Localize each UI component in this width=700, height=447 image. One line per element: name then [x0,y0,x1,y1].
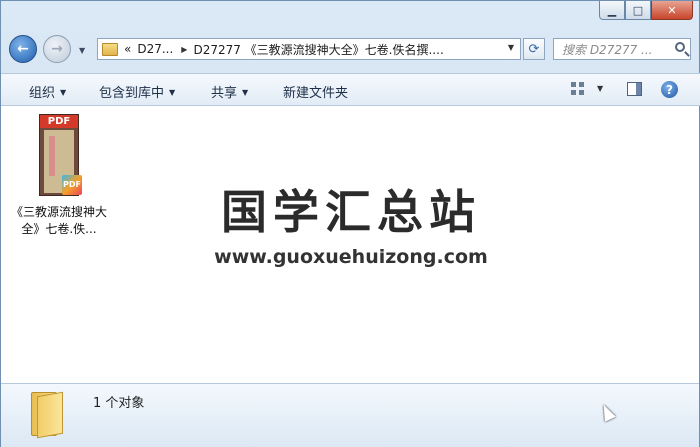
breadcrumb-segment-parent[interactable]: D27... [137,42,173,56]
folder-icon [102,42,118,56]
close-button[interactable]: ✕ [651,1,693,20]
help-icon[interactable]: ? [661,81,678,98]
search-box[interactable]: 搜索 D27277 ... [553,38,691,60]
search-icon[interactable] [675,42,685,52]
breadcrumb-separator-icon[interactable]: ▶ [181,45,187,54]
mouse-cursor-icon [598,402,616,422]
include-in-library-label: 包含到库中 [99,86,165,101]
folder-icon [31,390,71,439]
refresh-button[interactable]: ⟳ [523,38,545,60]
minimize-button[interactable]: ▁ [599,1,625,20]
pdf-badge-icon: PDF [62,175,82,195]
pdf-label: PDF [40,115,78,128]
organize-label: 组织 [29,86,56,101]
watermark-title: 国学汇总站 [221,185,481,239]
address-overflow[interactable]: « [124,42,131,56]
share-label: 共享 [211,86,238,101]
view-dropdown-icon[interactable]: ▼ [597,84,603,93]
address-bar[interactable]: « D27... ▶ D27277 《三教源流搜神大全》七卷.佚名撰.... ▼ [97,38,521,60]
address-dropdown-icon[interactable]: ▼ [508,43,514,52]
file-list[interactable]: PDF PDF 《三教源流搜神大全》七卷.佚... 国学汇总站 www.guox… [1,106,699,383]
navigation-bar: ← → ▼ « D27... ▶ D27277 《三教源流搜神大全》七卷.佚名撰… [1,31,700,69]
window-controls: ▁ □ ✕ [599,1,693,20]
watermark: 国学汇总站 www.guoxuehuizong.com [201,176,501,268]
change-view-icon[interactable] [571,82,585,96]
watermark-url: www.guoxuehuizong.com [214,246,488,268]
search-input[interactable]: 搜索 D27277 ... [562,41,670,58]
explorer-window: ▁ □ ✕ ← → ▼ « D27... ▶ D27277 《三教源流搜神大全》… [0,0,700,447]
forward-button[interactable]: → [43,35,71,63]
organize-menu[interactable]: 组织 ▼ [29,82,66,101]
file-item[interactable]: PDF PDF 《三教源流搜神大全》七卷.佚... [9,114,109,238]
command-toolbar: 组织 ▼ 包含到库中 ▼ 共享 ▼ 新建文件夹 ▼ ? [1,73,700,106]
pdf-file-icon: PDF PDF [39,114,82,196]
refresh-icon: ⟳ [528,41,540,57]
maximize-button[interactable]: □ [625,1,651,20]
chevron-down-icon: ▼ [60,88,67,97]
chevron-down-icon: ▼ [169,88,176,97]
new-folder-button[interactable]: 新建文件夹 [283,82,348,101]
chevron-down-icon: ▼ [242,88,249,97]
preview-pane-icon[interactable] [627,82,642,96]
include-in-library-menu[interactable]: 包含到库中 ▼ [99,82,175,101]
share-menu[interactable]: 共享 ▼ [211,82,248,101]
breadcrumb-segment-current[interactable]: D27277 《三教源流搜神大全》七卷.佚名撰.... [193,41,443,58]
title-bar: ▁ □ ✕ [1,1,700,31]
item-count: 1 个对象 [93,396,145,411]
recent-pages-dropdown[interactable]: ▼ [79,46,85,55]
arrow-right-icon: → [51,41,63,57]
details-pane: 1 个对象 [1,383,699,447]
file-name: 《三教源流搜神大全》七卷.佚... [10,205,107,236]
arrow-left-icon: ← [17,41,29,57]
back-button[interactable]: ← [9,35,37,63]
